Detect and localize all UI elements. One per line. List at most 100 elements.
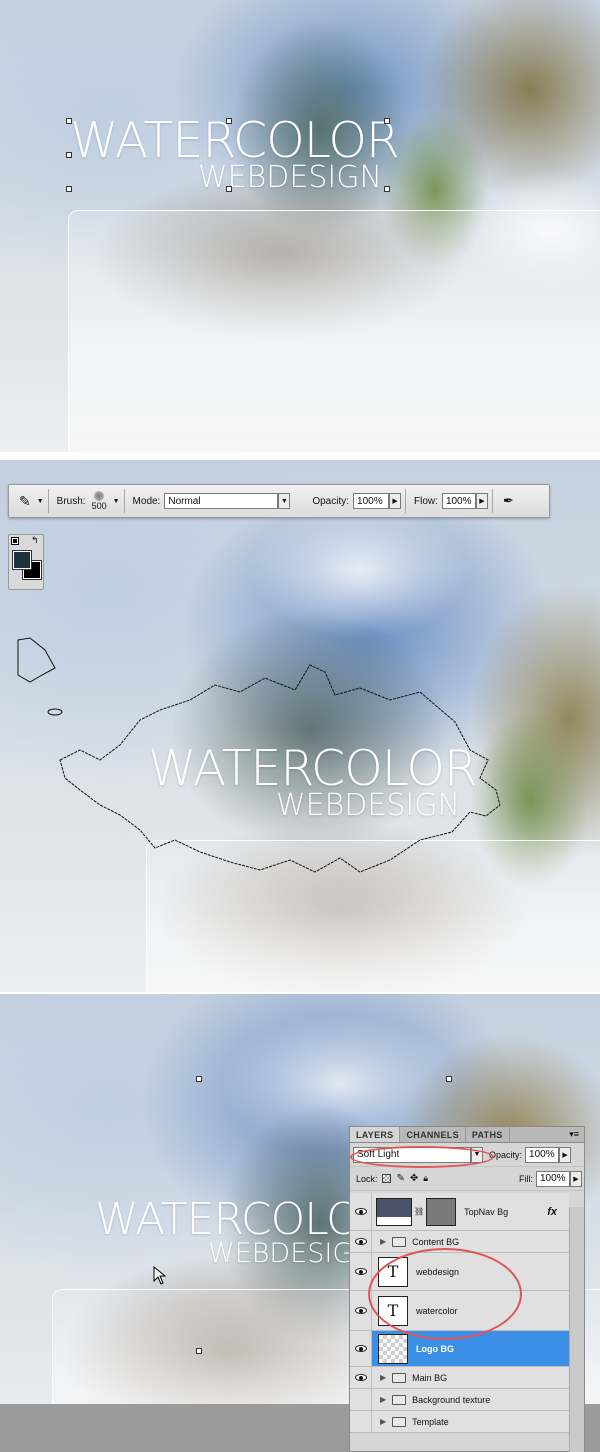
layer-name: TopNav Bg: [464, 1206, 509, 1217]
mode-select[interactable]: Normal: [164, 493, 279, 509]
brush-tip-icon: [94, 491, 105, 501]
expand-arrow-icon[interactable]: ▶: [380, 1417, 386, 1426]
lock-fill-row: Lock: ✎ ✥ 🔒︎ Fill: 100% ▶: [350, 1167, 584, 1191]
layer-thumbnail: [376, 1197, 412, 1226]
flow-input[interactable]: 100%: [441, 493, 476, 509]
layer-name: Template: [412, 1416, 449, 1427]
visibility-toggle[interactable]: [350, 1193, 372, 1230]
transform-handle[interactable]: [446, 1076, 452, 1082]
lock-transparency-icon[interactable]: [381, 1174, 391, 1183]
mode-dropdown-icon[interactable]: ▼: [278, 493, 291, 509]
tab-channels[interactable]: CHANNELS: [400, 1127, 466, 1142]
opacity-slider-icon[interactable]: ▶: [389, 493, 402, 509]
brush-size: 500: [91, 501, 107, 511]
tab-paths[interactable]: PATHS: [466, 1127, 510, 1142]
expand-arrow-icon[interactable]: ▶: [380, 1395, 386, 1404]
divider: [123, 489, 125, 513]
eye-icon: [354, 1307, 367, 1314]
fill-value: 100%: [540, 1173, 566, 1184]
fill-slider-icon[interactable]: ▶: [570, 1170, 582, 1187]
text-layers-highlight: [368, 1248, 522, 1340]
eye-icon: [354, 1268, 367, 1275]
flow-slider-icon[interactable]: ▶: [475, 493, 488, 509]
folder-icon: [392, 1416, 407, 1427]
brush-picker-dropdown-icon[interactable]: ▼: [113, 498, 120, 505]
divider: [0, 452, 600, 460]
mouse-cursor-icon: [153, 1266, 167, 1285]
layer-row-background-texture[interactable]: ▶ Background texture: [350, 1389, 569, 1411]
transform-handle[interactable]: [384, 186, 390, 192]
layer-name: Background texture: [412, 1394, 491, 1405]
transform-handle[interactable]: [66, 152, 72, 158]
lock-position-icon[interactable]: ✥: [410, 1173, 418, 1184]
transform-handle[interactable]: [66, 118, 72, 124]
visibility-toggle[interactable]: [350, 1331, 372, 1366]
transform-handle[interactable]: [66, 186, 72, 192]
layer-row-main-bg[interactable]: ▶ Main BG: [350, 1367, 569, 1389]
transform-handle[interactable]: [384, 118, 390, 124]
folder-icon: [392, 1372, 407, 1383]
layer-name: Main BG: [412, 1372, 448, 1383]
layer-mask-thumbnail: [426, 1197, 457, 1226]
eye-icon: [354, 1238, 367, 1245]
opacity-slider-icon[interactable]: ▶: [559, 1146, 572, 1163]
tool-options-bar: ✎ ▼ Brush: 500 ▼ Mode: Normal ▼ Opacity:…: [8, 484, 550, 518]
layer-row-topnav-bg[interactable]: ⛓ TopNav Bg fx: [350, 1193, 569, 1231]
blend-mode-highlight: [350, 1146, 494, 1168]
visibility-toggle[interactable]: [350, 1367, 372, 1388]
opacity-label: Opacity:: [312, 495, 350, 507]
content-box: [68, 210, 600, 452]
transform-handle[interactable]: [226, 118, 232, 124]
visibility-toggle[interactable]: [350, 1389, 372, 1410]
layer-name: Content BG: [412, 1236, 460, 1247]
visibility-toggle[interactable]: [350, 1411, 372, 1432]
airbrush-icon[interactable]: ✒: [503, 493, 514, 509]
color-swatches: ↰: [8, 534, 44, 590]
artwork-panel-3: WATERCOLOR WEBDESIGN LAYERS CHANNELS PAT…: [0, 994, 600, 1452]
eye-icon: [354, 1345, 367, 1352]
opacity-label: Opacity:: [489, 1149, 523, 1160]
mode-label: Mode:: [132, 495, 161, 507]
eye-icon: [354, 1208, 367, 1215]
transform-handle[interactable]: [196, 1348, 202, 1354]
eye-icon: [354, 1374, 367, 1381]
tab-layers[interactable]: LAYERS: [350, 1127, 401, 1142]
swap-colors-icon[interactable]: ↰: [31, 535, 39, 546]
lasso-selection-outline: [17, 637, 501, 873]
lock-label: Lock:: [356, 1173, 378, 1184]
divider: [47, 489, 49, 513]
panel-menu-icon[interactable]: ▾≡: [564, 1127, 584, 1142]
lock-image-icon[interactable]: ✎: [397, 1173, 405, 1184]
expand-arrow-icon[interactable]: ▶: [380, 1373, 386, 1382]
link-icon: ⛓: [414, 1207, 425, 1216]
opacity-input[interactable]: 100%: [353, 493, 390, 509]
default-colors-icon[interactable]: [11, 537, 19, 545]
brush-picker[interactable]: 500: [92, 491, 107, 511]
divider: [405, 489, 407, 513]
brush-label: Brush:: [56, 495, 86, 507]
tool-preset-dropdown-icon[interactable]: ▼: [37, 498, 44, 505]
transform-handle[interactable]: [196, 1076, 202, 1082]
artwork-panel-1: WATERCOLOR WEBDESIGN: [0, 0, 600, 452]
artwork-subtitle: WEBDESIGN: [276, 788, 460, 823]
flow-label: Flow:: [414, 495, 438, 507]
fx-icon[interactable]: fx: [547, 1206, 557, 1218]
layer-thumbnail: [378, 1333, 408, 1364]
brush-tool-icon[interactable]: ✎: [19, 493, 31, 510]
expand-arrow-icon[interactable]: ▶: [380, 1237, 386, 1246]
layers-scrollbar[interactable]: [569, 1207, 584, 1452]
layer-opacity-input[interactable]: 100%: [525, 1146, 560, 1163]
panel-tabs: LAYERS CHANNELS PATHS ▾≡: [350, 1127, 584, 1143]
folder-icon: [392, 1236, 407, 1247]
lock-all-icon[interactable]: 🔒︎: [423, 1173, 428, 1184]
layer-name: Logo BG: [416, 1343, 454, 1354]
fill-label: Fill:: [519, 1173, 533, 1184]
fill-input[interactable]: 100%: [536, 1170, 570, 1187]
visibility-toggle[interactable]: [350, 1231, 372, 1252]
layer-row-template[interactable]: ▶ Template: [350, 1411, 569, 1433]
mode-value: Normal: [168, 495, 201, 507]
foreground-color-swatch[interactable]: [12, 550, 32, 570]
flow-value: 100%: [445, 495, 472, 507]
folder-icon: [392, 1394, 407, 1405]
transform-handle[interactable]: [226, 186, 232, 192]
